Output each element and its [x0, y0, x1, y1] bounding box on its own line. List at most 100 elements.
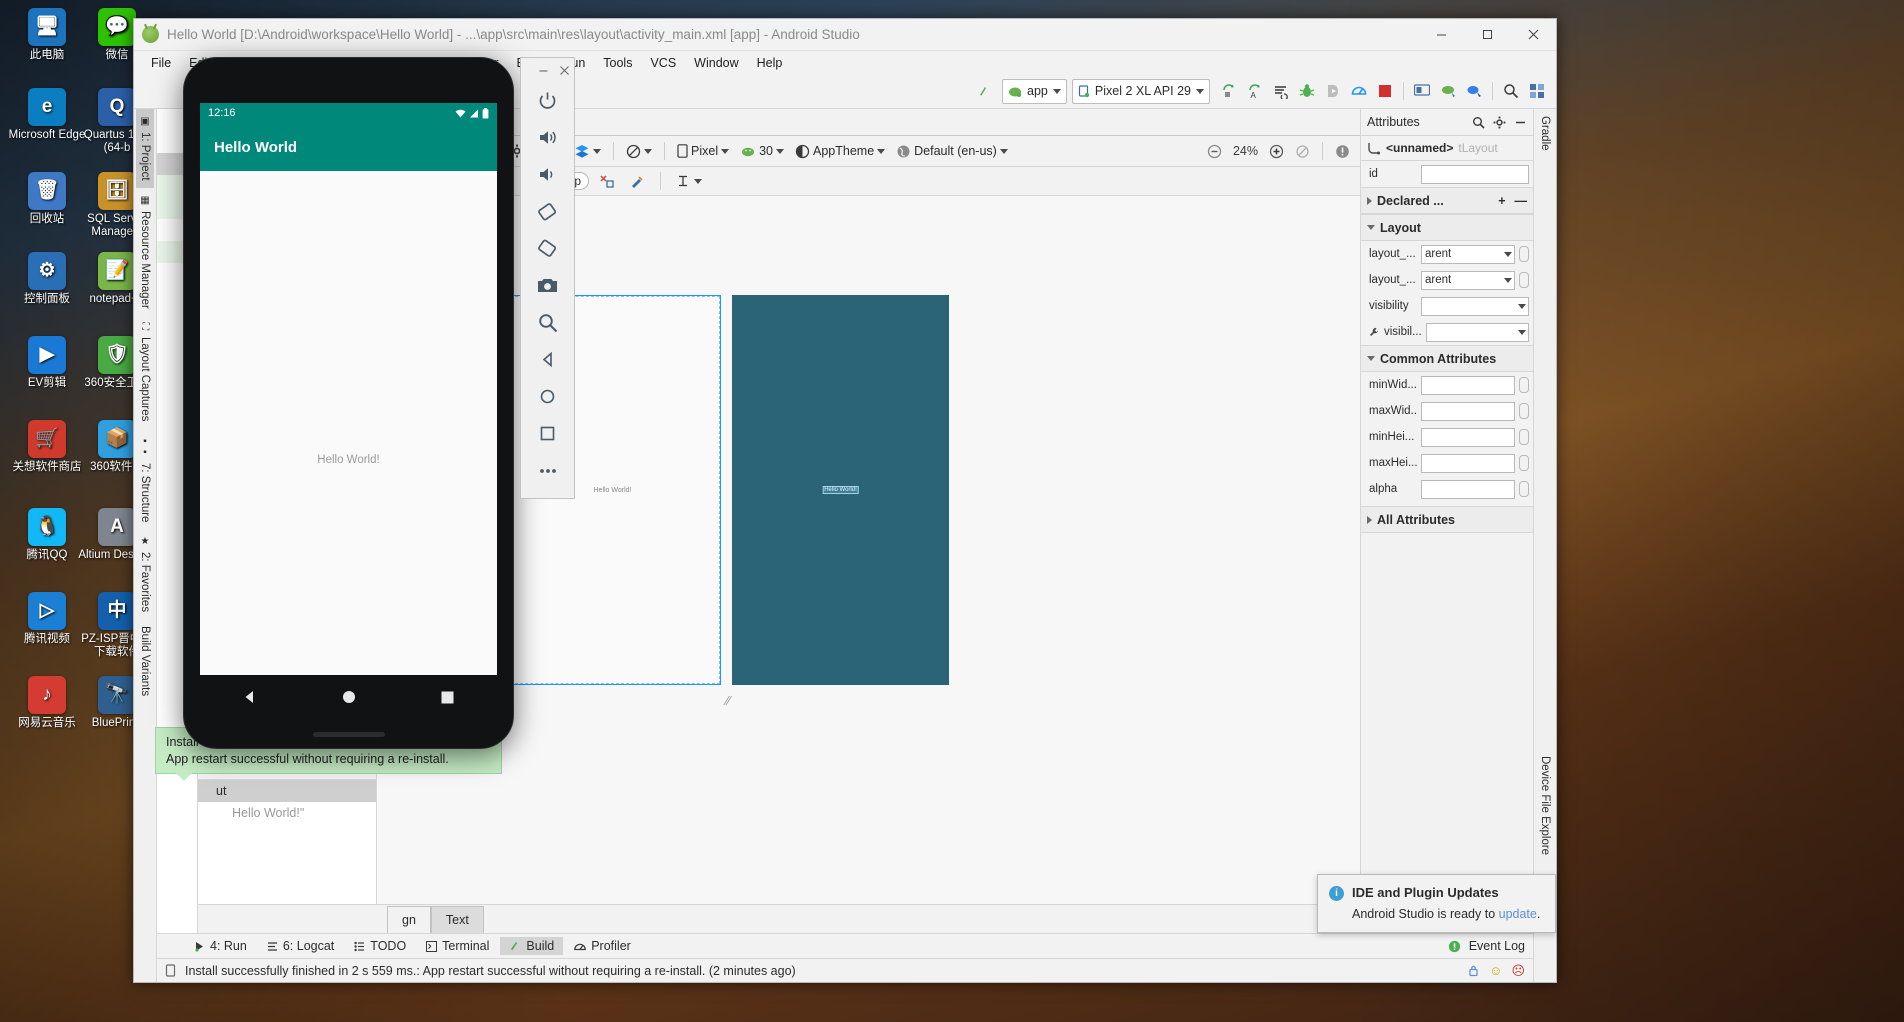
power-icon[interactable] — [521, 82, 574, 119]
attribute-input-id[interactable] — [1421, 164, 1529, 184]
tool-window-profiler[interactable]: Profiler — [565, 937, 640, 955]
profiler-icon[interactable] — [1346, 78, 1372, 104]
desktop-icon[interactable]: e Microsoft Edge — [8, 88, 86, 142]
warning-icon[interactable] — [1331, 142, 1354, 161]
app-content-area[interactable]: Hello World! — [200, 171, 497, 719]
tree-item-constraintlayout[interactable]: ut — [198, 780, 376, 802]
emulator-close-button[interactable] — [559, 65, 570, 76]
sidebar-item-resource-manager[interactable]: ▦ Resource Manager — [136, 188, 154, 316]
baseline-button[interactable] — [672, 172, 706, 191]
home-icon[interactable] — [521, 378, 574, 415]
attribute-link-icon[interactable] — [1519, 377, 1529, 393]
desktop-icon[interactable]: 🛒 关想软件商店 — [8, 420, 86, 474]
minimize-window-button[interactable] — [1418, 19, 1464, 50]
add-attribute-button[interactable]: + — [1498, 194, 1505, 208]
attribute-input-maxheight[interactable] — [1421, 453, 1515, 473]
attribute-combo-visibility[interactable] — [1421, 296, 1529, 316]
attribute-combo-tools-visibility[interactable] — [1426, 322, 1529, 342]
sync-gradle-icon[interactable] — [1461, 78, 1487, 104]
blueprint-preview-surface[interactable]: Hello World! — [732, 295, 949, 685]
sidebar-item-device-file-explorer[interactable]: Device File Explore — [1536, 749, 1554, 862]
attribute-input-minwidth[interactable] — [1421, 375, 1515, 395]
project-structure-icon[interactable] — [1524, 78, 1550, 104]
attribute-link-icon[interactable] — [1519, 246, 1529, 262]
tool-window-logcat[interactable]: 6: Logcat — [258, 937, 343, 955]
sidebar-item-gradle[interactable]: Gradle — [1536, 109, 1554, 158]
zoom-out-button[interactable] — [1203, 142, 1226, 161]
tree-item-textview[interactable]: Hello World!" — [198, 802, 376, 824]
section-declared-attributes[interactable]: Declared ... + — — [1361, 187, 1533, 214]
event-log-label[interactable]: Event Log — [1469, 939, 1525, 953]
sidebar-item-build-variants[interactable]: Build Variants — [136, 619, 154, 703]
orientation-button[interactable] — [622, 142, 656, 161]
menu-file[interactable]: File — [142, 54, 180, 72]
menu-window[interactable]: Window — [685, 54, 747, 72]
rotate-left-icon[interactable] — [521, 193, 574, 230]
infer-constraints-button[interactable] — [625, 172, 649, 191]
home-button[interactable] — [341, 689, 357, 705]
happy-face-icon[interactable]: ☺ — [1489, 963, 1502, 978]
back-arrow-icon[interactable] — [971, 78, 997, 104]
zoom-icon[interactable] — [521, 304, 574, 341]
tab-design[interactable]: gn — [387, 906, 431, 933]
emulator-minimize-button[interactable] — [538, 65, 549, 76]
search-everywhere-icon[interactable] — [1498, 78, 1524, 104]
tool-window-build[interactable]: Build — [500, 937, 564, 955]
volume-up-icon[interactable] — [521, 119, 574, 156]
attribute-link-icon[interactable] — [1519, 403, 1529, 419]
emulator-window[interactable]: 12:16 Hello World Hello World! — [183, 57, 514, 749]
debug-icon[interactable] — [1294, 78, 1320, 104]
tool-window-terminal[interactable]: Terminal — [417, 937, 498, 955]
theme-dropdown[interactable]: AppTheme — [791, 142, 889, 161]
overview-icon[interactable] — [521, 415, 574, 452]
apply-code-changes-icon[interactable]: A — [1242, 78, 1268, 104]
rotate-right-icon[interactable] — [521, 230, 574, 267]
locale-dropdown[interactable]: Default (en-us) — [892, 142, 1012, 161]
section-layout[interactable]: Layout — [1361, 214, 1533, 241]
attribute-link-icon[interactable] — [1519, 455, 1529, 471]
clear-constraints-button[interactable] — [595, 172, 619, 191]
search-icon[interactable] — [1472, 116, 1485, 129]
menu-vcs[interactable]: VCS — [641, 54, 685, 72]
phone-screen[interactable]: 12:16 Hello World Hello World! — [200, 103, 497, 719]
back-button[interactable] — [242, 689, 258, 705]
desktop-icon[interactable]: 🖥 此电脑 — [8, 8, 86, 62]
stop-icon[interactable] — [1372, 78, 1398, 104]
lock-icon[interactable] — [1467, 964, 1480, 977]
attribute-combo-layout-height[interactable]: arent — [1421, 270, 1515, 290]
menu-tools[interactable]: Tools — [594, 54, 641, 72]
tab-text[interactable]: Text — [430, 906, 484, 933]
avd-manager-icon[interactable] — [1409, 78, 1435, 104]
menu-help[interactable]: Help — [748, 54, 792, 72]
notification-update-link[interactable]: update — [1499, 907, 1537, 921]
desktop-icon[interactable]: 🗑 回收站 — [8, 172, 86, 226]
desktop-icon[interactable]: ♪ 网易云音乐 — [8, 676, 86, 730]
desktop-icon[interactable]: ▷ 腾讯视频 — [8, 592, 86, 646]
attribute-link-icon[interactable] — [1519, 272, 1529, 288]
desktop-icon[interactable]: 🐧 腾讯QQ — [8, 508, 86, 562]
api-level-dropdown[interactable]: 30 — [736, 142, 788, 160]
more-icon[interactable] — [521, 452, 574, 489]
remove-attribute-button[interactable]: — — [1515, 194, 1528, 208]
attach-debugger-icon[interactable] — [1320, 78, 1346, 104]
camera-icon[interactable] — [521, 267, 574, 304]
minimize-icon[interactable] — [1514, 116, 1527, 129]
sdk-manager-icon[interactable] — [1435, 78, 1461, 104]
maximize-window-button[interactable] — [1464, 19, 1510, 50]
apply-changes-icon[interactable] — [1216, 78, 1242, 104]
device-dropdown[interactable]: Pixel — [673, 142, 733, 160]
attribute-input-maxwidth[interactable] — [1421, 401, 1515, 421]
view-mode-button[interactable] — [570, 142, 605, 160]
module-selector[interactable]: app — [1002, 78, 1067, 104]
back-icon[interactable] — [521, 341, 574, 378]
zoom-in-button[interactable] — [1265, 142, 1288, 161]
device-selector[interactable]: Pixel 2 XL API 29 — [1071, 78, 1210, 104]
sidebar-item-favorites[interactable]: ★ 2: Favorites — [136, 529, 154, 619]
recents-button[interactable] — [440, 690, 455, 705]
section-common-attributes[interactable]: Common Attributes — [1361, 345, 1533, 372]
attribute-combo-layout-width[interactable]: arent — [1421, 244, 1515, 264]
zoom-fit-button[interactable] — [1291, 142, 1314, 161]
desktop-icon[interactable]: ▶ EV剪辑 — [8, 336, 86, 390]
tool-window-todo[interactable]: TODO — [345, 937, 415, 955]
gear-icon[interactable] — [1493, 116, 1506, 129]
